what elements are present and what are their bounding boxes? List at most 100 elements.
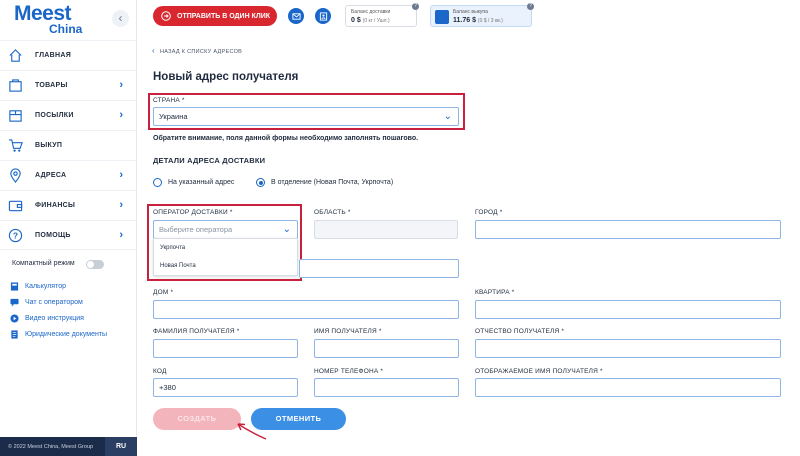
play-icon xyxy=(10,313,19,323)
sidebar-item-help[interactable]: ? ПОМОЩЬ › xyxy=(0,220,137,250)
home-icon xyxy=(9,49,22,62)
contacts-button[interactable] xyxy=(315,8,331,24)
country-label: СТРАНА * xyxy=(153,97,185,104)
country-value: Украина xyxy=(159,112,188,121)
sidebar-links: Калькулятор Чат с оператором Видео инстр… xyxy=(10,278,107,342)
chevron-right-icon: › xyxy=(119,229,123,241)
radio-label: В отделение (Новая Почта, Укрпочта) xyxy=(271,179,394,186)
chevron-left-icon: ‹ xyxy=(152,46,155,55)
last-name-label: ФАМИЛИЯ ПОЛУЧАТЕЛЯ * xyxy=(153,328,240,335)
chevron-right-icon: › xyxy=(119,199,123,211)
radio-circle xyxy=(153,178,162,187)
sidebar-item-label: АДРЕСА xyxy=(35,172,67,179)
form-notice: Обратите внимание, поля данной формы нео… xyxy=(153,135,419,142)
phone-input[interactable] xyxy=(314,378,459,397)
apartment-label: КВАРТИРА * xyxy=(475,289,515,296)
legal-documents-link[interactable]: Юридические документы xyxy=(10,326,107,342)
region-label: ОБЛАСТЬ * xyxy=(314,209,351,216)
purchase-balance-icon xyxy=(435,10,449,24)
page-title: Новый адрес получателя xyxy=(153,71,299,83)
delivery-balance[interactable]: Баланс доставки 0 $ (0 кг / Ушл.) ? xyxy=(345,3,419,27)
sidebar-item-main[interactable]: ГЛАВНАЯ xyxy=(0,40,137,70)
patronymic-input[interactable] xyxy=(475,339,781,358)
region-input[interactable] xyxy=(314,220,458,239)
address-book-icon xyxy=(319,11,327,21)
compact-mode: Компактный режим xyxy=(12,259,132,271)
phone-label: НОМЕР ТЕЛЕФОНА * xyxy=(314,368,384,375)
section-title: ДЕТАЛИ АДРЕСА ДОСТАВКИ xyxy=(153,156,266,165)
main-content: ‹ НАЗАД К СПИСКУ АДРЕСОВ Новый адрес полу… xyxy=(137,33,800,456)
operator-option[interactable]: Укрпочта xyxy=(154,239,297,257)
sidebar-item-finance[interactable]: ФИНАНСЫ › xyxy=(0,190,137,220)
annotation-arrow-icon xyxy=(237,423,267,440)
mail-icon xyxy=(291,12,301,20)
operator-select[interactable]: Выберите оператора ⌄ xyxy=(153,220,298,239)
create-button[interactable]: СОЗДАТЬ xyxy=(153,408,241,430)
language-switch[interactable]: RU xyxy=(105,437,137,456)
radio-to-address[interactable]: На указанный адрес xyxy=(153,178,234,187)
first-name-label: ИМЯ ПОЛУЧАТЕЛЯ * xyxy=(314,328,382,335)
last-name-input[interactable] xyxy=(153,339,298,358)
apartment-input[interactable] xyxy=(475,300,781,319)
operator-label: ОПЕРАТОР ДОСТАВКИ * xyxy=(153,209,233,216)
topbar: ОТПРАВИТЬ В ОДИН КЛИК Баланс доставки 0 … xyxy=(137,0,800,33)
location-pin-icon xyxy=(10,168,21,183)
city-input[interactable] xyxy=(475,220,781,239)
operator-option[interactable]: Новая Почта xyxy=(154,257,297,275)
sidebar-item-goods[interactable]: ТОВАРЫ › xyxy=(0,70,137,100)
chevron-right-icon: › xyxy=(119,79,123,91)
radio-circle xyxy=(256,178,265,187)
back-to-addresses-link[interactable]: ‹ НАЗАД К СПИСКУ АДРЕСОВ xyxy=(152,46,242,55)
house-input[interactable] xyxy=(153,300,459,319)
purchase-balance[interactable]: Баланс выкупа 11.76 $ (0 $ / 3 кв.) ? xyxy=(430,3,534,27)
radio-label: На указанный адрес xyxy=(168,179,235,186)
radio-to-branch[interactable]: В отделение (Новая Почта, Укрпочта) xyxy=(256,178,393,187)
house-label: ДОМ * xyxy=(153,289,174,296)
brand-logo[interactable]: Meest China xyxy=(14,2,104,36)
sidebar-item-label: ВЫКУП xyxy=(35,142,63,149)
sidebar: Meest China ‹ ГЛАВНАЯ ТОВАРЫ › ПОСЫЛКИ ›… xyxy=(0,0,137,456)
phone-code-input[interactable]: +380 xyxy=(153,378,298,397)
calculator-icon xyxy=(10,281,19,291)
mail-button[interactable] xyxy=(288,8,304,24)
display-name-input[interactable] xyxy=(475,378,781,397)
brand-sub: China xyxy=(49,22,83,36)
sidebar-item-purchase[interactable]: ВЫКУП xyxy=(0,130,137,160)
first-name-input[interactable] xyxy=(314,339,459,358)
chevron-left-icon[interactable]: ‹ xyxy=(112,10,129,27)
link-label: Калькулятор xyxy=(25,282,66,290)
calculator-link[interactable]: Калькулятор xyxy=(10,278,107,294)
display-name-label: ОТОБРАЖАЕМОЕ ИМЯ ПОЛУЧАТЕЛЯ * xyxy=(475,368,603,375)
link-label: Чат с оператором xyxy=(25,298,83,306)
city-label: ГОРОД * xyxy=(475,209,503,216)
cart-icon xyxy=(9,79,22,92)
sidebar-item-addresses[interactable]: АДРЕСА › xyxy=(0,160,137,190)
chat-link[interactable]: Чат с оператором xyxy=(10,294,107,310)
box-icon xyxy=(9,110,22,122)
sidebar-item-label: ТОВАРЫ xyxy=(35,82,68,89)
compact-mode-label: Компактный режим xyxy=(12,260,75,267)
document-icon xyxy=(11,329,18,339)
delivery-balance-value: 0 $ (0 кг / Ушл.) xyxy=(351,17,390,24)
sidebar-item-label: ПОСЫЛКИ xyxy=(35,112,74,119)
operator-placeholder: Выберите оператора xyxy=(159,225,233,234)
sidebar-item-label: ГЛАВНАЯ xyxy=(35,52,72,59)
chevron-right-icon: › xyxy=(119,169,123,181)
chevron-down-icon: ⌄ xyxy=(282,224,291,235)
country-select[interactable]: Украина ⌄ xyxy=(153,107,459,126)
branch-input[interactable] xyxy=(299,259,459,278)
sidebar-item-label: ФИНАНСЫ xyxy=(35,202,76,209)
help-icon[interactable]: ? xyxy=(412,3,419,10)
copyright: © 2022 Meest China, Meest Group xyxy=(8,444,94,450)
link-label: Юридические документы xyxy=(25,330,108,338)
sidebar-nav: ГЛАВНАЯ ТОВАРЫ › ПОСЫЛКИ › ВЫКУП АДРЕСА … xyxy=(0,40,137,250)
code-label: КОД xyxy=(153,368,167,375)
delivery-balance-title: Баланс доставки xyxy=(351,9,391,15)
chat-icon xyxy=(10,298,19,307)
one-click-send-button[interactable]: ОТПРАВИТЬ В ОДИН КЛИК xyxy=(153,6,277,26)
compact-mode-toggle[interactable] xyxy=(86,260,104,269)
sidebar-item-parcels[interactable]: ПОСЫЛКИ › xyxy=(0,100,137,130)
sidebar-item-label: ПОМОЩЬ xyxy=(35,231,71,239)
video-instruction-link[interactable]: Видео инструкция xyxy=(10,310,107,326)
help-icon[interactable]: ? xyxy=(527,3,534,10)
